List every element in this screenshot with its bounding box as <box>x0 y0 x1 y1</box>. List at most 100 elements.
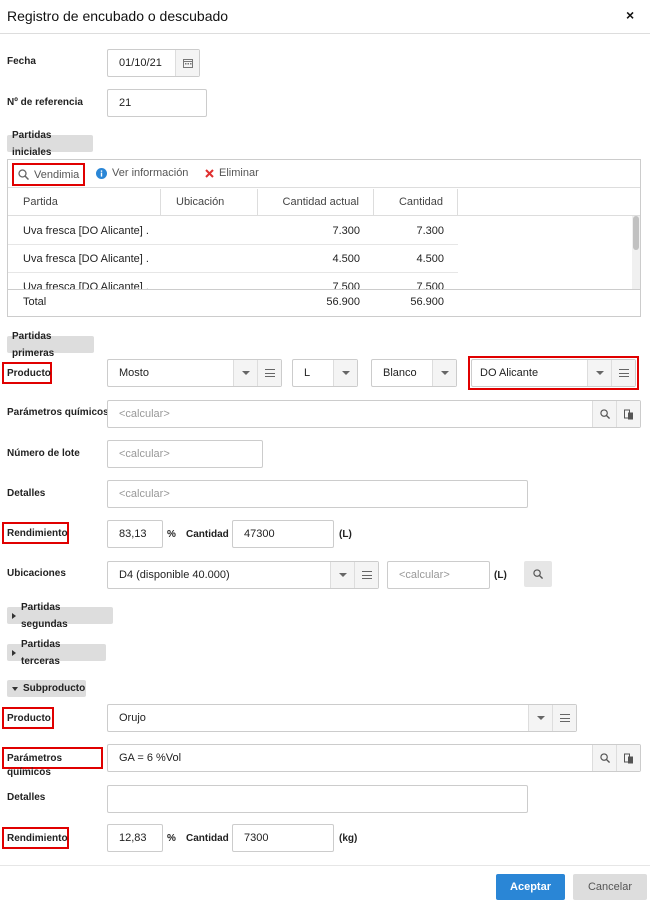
subproducto-parametros-label: Parámetros químicos <box>2 747 103 778</box>
rendimiento-field[interactable]: 83,13 <box>107 520 163 548</box>
search-icon[interactable] <box>592 745 616 771</box>
chevron-down-icon <box>12 686 18 691</box>
lote-field[interactable]: <calcular> <box>107 440 263 468</box>
paste-icon[interactable] <box>616 401 640 427</box>
subproducto-cantidad-field[interactable]: 7300 <box>232 824 334 852</box>
cantidad-unit: (L) <box>339 529 352 540</box>
vendimia-label: Vendimia <box>34 168 80 181</box>
menu-icon[interactable] <box>257 360 281 386</box>
column-header-cantidad-actual[interactable]: Cantidad actual <box>258 189 374 216</box>
calendar-icon[interactable] <box>175 50 199 76</box>
total-cantidad: 56.900 <box>410 296 444 308</box>
search-icon <box>533 569 543 579</box>
aceptar-button[interactable]: Aceptar <box>496 874 565 900</box>
subproducto-detalles-field[interactable] <box>107 785 528 813</box>
referencia-label: Nº de referencia <box>7 97 83 108</box>
fecha-label: Fecha <box>7 56 36 67</box>
cell-cantidad: 7.500 <box>416 281 444 289</box>
chevron-down-icon[interactable] <box>432 360 456 386</box>
menu-icon[interactable] <box>552 705 576 731</box>
vendimia-button[interactable]: Vendimia <box>12 163 86 186</box>
subproducto-rendimiento-label: Rendimiento <box>2 827 69 849</box>
parametros-field[interactable]: <calcular> <box>107 400 641 428</box>
subproducto-cantidad-unit: (kg) <box>339 833 358 844</box>
eliminar-label: Eliminar <box>219 167 259 179</box>
parametros-placeholder: <calcular> <box>119 408 170 420</box>
fecha-field[interactable]: 01/10/21 <box>107 49 200 77</box>
eliminar-button[interactable]: Eliminar <box>205 167 259 179</box>
footer-divider <box>0 865 650 866</box>
menu-icon[interactable] <box>354 562 378 588</box>
close-icon[interactable]: × <box>626 7 634 23</box>
cell-cantidad: 7.300 <box>416 225 444 237</box>
ubicaciones-cantidad-field[interactable]: <calcular> <box>387 561 490 589</box>
ubicaciones-unit: (L) <box>494 570 507 581</box>
section-label: Subproducto <box>23 683 86 694</box>
producto-label: Producto <box>2 362 52 384</box>
chevron-down-icon[interactable] <box>330 562 354 588</box>
subproducto-producto-select[interactable]: Orujo <box>107 704 577 732</box>
section-subproducto[interactable]: Subproducto <box>7 680 86 697</box>
section-partidas-primeras: Partidas primeras <box>7 331 94 359</box>
section-partidas-segundas[interactable]: Partidas segundas <box>7 602 113 630</box>
subproducto-producto-value: Orujo <box>119 712 146 724</box>
caret-right-icon <box>12 612 16 619</box>
parametros-label: Parámetros químicos <box>7 407 109 418</box>
denominacion-select[interactable]: DO Alicante <box>471 359 636 387</box>
search-icon <box>18 169 29 180</box>
delete-icon <box>205 168 214 178</box>
cell-cantidad-actual: 7.500 <box>332 281 360 289</box>
ubicaciones-search-button[interactable] <box>524 561 552 587</box>
subproducto-parametros-field[interactable]: GA = 6 %Vol <box>107 744 641 772</box>
info-icon <box>96 167 107 179</box>
menu-icon[interactable] <box>611 360 635 386</box>
cancelar-button[interactable]: Cancelar <box>573 874 647 900</box>
partidas-iniciales-table: Vendimia Ver información Eliminar Partid… <box>7 159 641 317</box>
paste-icon[interactable] <box>616 745 640 771</box>
fecha-value: 01/10/21 <box>119 57 162 69</box>
cell-cantidad-actual: 7.300 <box>332 225 360 237</box>
column-header-cantidad[interactable]: Cantidad <box>374 189 458 216</box>
producto-value: Mosto <box>119 367 149 379</box>
cell-partida: Uva fresca [DO Alicante] ... <box>23 225 148 237</box>
ubicaciones-select[interactable]: D4 (disponible 40.000) <box>107 561 379 589</box>
percent-symbol: % <box>167 529 176 540</box>
lote-label: Número de lote <box>7 448 80 459</box>
ver-informacion-button[interactable]: Ver información <box>96 167 188 179</box>
total-cantidad-actual: 56.900 <box>326 296 360 308</box>
referencia-field[interactable]: 21 <box>107 89 207 117</box>
section-label: Partidas segundas <box>21 601 68 630</box>
chevron-down-icon[interactable] <box>333 360 357 386</box>
cell-partida: Uva fresca [DO Alicante] ... <box>23 253 148 265</box>
column-header-ubicacion[interactable]: Ubicación <box>161 189 258 216</box>
cantidad-field[interactable]: 47300 <box>232 520 334 548</box>
color-value: Blanco <box>383 367 417 379</box>
section-partidas-terceras[interactable]: Partidas terceras <box>7 639 106 667</box>
total-label: Total <box>23 296 47 308</box>
dialog-title: Registro de encubado o descubado <box>7 8 229 24</box>
color-select[interactable]: Blanco <box>371 359 457 387</box>
detalles-label: Detalles <box>7 488 46 499</box>
ubicaciones-value: D4 (disponible 40.000) <box>119 569 230 581</box>
ver-informacion-label: Ver información <box>112 167 189 179</box>
producto-select[interactable]: Mosto <box>107 359 282 387</box>
column-header-partida[interactable]: Partida <box>8 189 161 216</box>
subproducto-producto-label: Producto <box>2 707 54 729</box>
cell-partida: Uva fresca [DO Alicante] ... <box>23 281 148 289</box>
scrollbar-thumb[interactable] <box>633 216 639 250</box>
chevron-down-icon[interactable] <box>587 360 611 386</box>
chevron-down-icon[interactable] <box>233 360 257 386</box>
rendimiento-label: Rendimiento <box>2 522 69 544</box>
subproducto-detalles-label: Detalles <box>7 792 46 803</box>
table-body: Uva fresca [DO Alicante] ... 7.300 7.300… <box>8 217 640 289</box>
section-partidas-iniciales: Partidas iniciales <box>7 130 93 158</box>
chevron-down-icon[interactable] <box>528 705 552 731</box>
table-scrollbar[interactable] <box>632 216 640 289</box>
search-icon[interactable] <box>592 401 616 427</box>
denominacion-value: DO Alicante <box>480 367 539 379</box>
subproducto-rendimiento-field[interactable]: 12,83 <box>107 824 163 852</box>
ubicaciones-label: Ubicaciones <box>7 568 66 579</box>
cell-cantidad-actual: 4.500 <box>332 253 360 265</box>
unidad-select[interactable]: L <box>292 359 358 387</box>
detalles-field[interactable]: <calcular> <box>107 480 528 508</box>
